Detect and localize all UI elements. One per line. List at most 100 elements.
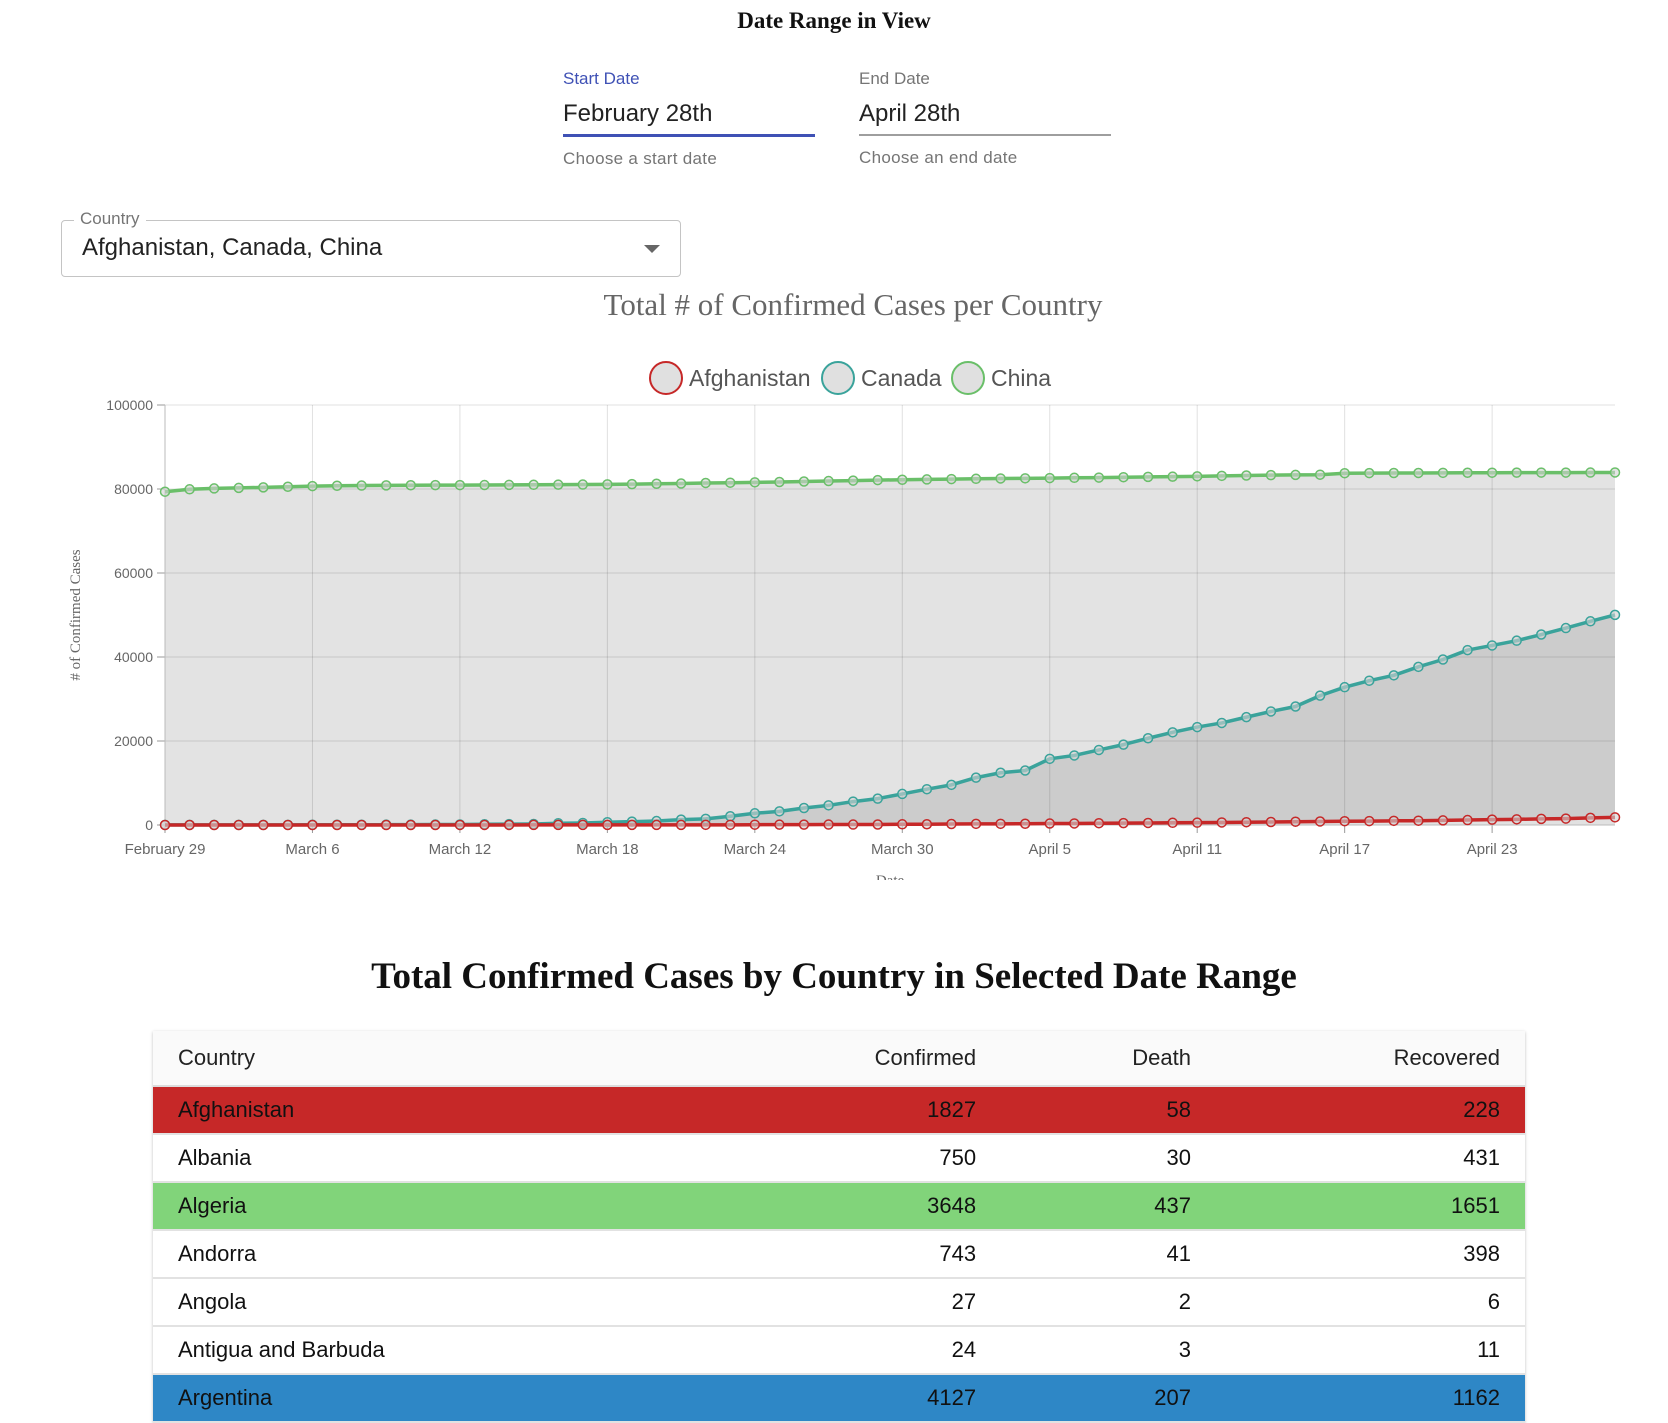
point-canada xyxy=(1142,733,1154,744)
cell-death: 3 xyxy=(1001,1326,1216,1375)
point-afghanistan xyxy=(1437,815,1449,826)
point-afghanistan xyxy=(430,819,441,831)
point-china xyxy=(1609,467,1621,478)
point-canada xyxy=(774,806,785,817)
point-china xyxy=(1486,467,1498,478)
point-canada xyxy=(1265,706,1277,717)
y-tick-label: 100000 xyxy=(106,397,153,413)
point-china xyxy=(1413,467,1424,479)
point-china xyxy=(602,479,613,490)
point-china xyxy=(208,483,220,494)
point-china xyxy=(1241,470,1252,481)
point-china xyxy=(233,482,244,494)
point-canada xyxy=(1462,644,1473,656)
point-afghanistan xyxy=(1609,812,1621,823)
point-china xyxy=(1511,467,1522,478)
point-afghanistan xyxy=(602,819,613,831)
start-date-field[interactable]: Start Date February 28th Choose a start … xyxy=(563,69,815,169)
country-select[interactable]: Country Afghanistan, Canada, China xyxy=(61,209,681,277)
x-tick-label: March 18 xyxy=(576,841,639,858)
point-china xyxy=(1339,467,1350,479)
y-tick-label: 80000 xyxy=(114,481,153,497)
point-china xyxy=(503,479,515,491)
table-row[interactable]: Andorra 743 41 398 xyxy=(153,1230,1525,1279)
point-canada xyxy=(1216,717,1228,729)
point-china xyxy=(725,477,736,488)
table-row[interactable]: Albania 750 30 431 xyxy=(153,1134,1525,1183)
point-china xyxy=(528,479,539,491)
table-title: Total Confirmed Cases by Country in Sele… xyxy=(371,956,1297,997)
point-china xyxy=(1388,467,1400,479)
point-afghanistan xyxy=(700,819,711,831)
legend-swatch-canada xyxy=(821,361,855,395)
point-afghanistan xyxy=(921,819,933,830)
point-canada xyxy=(1363,675,1375,686)
point-china xyxy=(577,479,589,490)
point-afghanistan xyxy=(479,819,490,831)
y-axis-label: # of Confirmed Cases xyxy=(68,549,84,680)
point-afghanistan xyxy=(1314,816,1326,827)
end-date-helper: Choose an end date xyxy=(859,148,1018,167)
point-canada xyxy=(921,783,933,795)
point-china xyxy=(159,486,171,497)
cell-country: Algeria xyxy=(153,1182,702,1231)
chart-title: Total # of Confirmed Cases per Country xyxy=(604,287,1103,322)
cell-death: 207 xyxy=(1001,1374,1216,1423)
point-china xyxy=(1363,467,1375,479)
point-canada xyxy=(823,800,834,811)
start-date-input[interactable]: February 28th xyxy=(563,100,815,130)
point-canada xyxy=(725,810,736,822)
cell-recovered: 398 xyxy=(1215,1230,1525,1279)
header-country[interactable]: Country xyxy=(153,1031,702,1087)
country-select-value[interactable]: Afghanistan, Canada, China xyxy=(82,234,382,262)
point-afghanistan xyxy=(872,819,883,830)
point-afghanistan xyxy=(1118,817,1129,829)
point-afghanistan xyxy=(233,819,244,831)
point-china xyxy=(1019,473,1031,484)
cell-recovered: 1162 xyxy=(1215,1374,1525,1423)
cell-death: 30 xyxy=(1001,1134,1216,1183)
point-china xyxy=(823,475,834,487)
point-canada xyxy=(1069,750,1080,761)
point-china xyxy=(1167,471,1178,482)
point-canada xyxy=(1511,635,1522,646)
x-tick-label: February 29 xyxy=(125,841,206,858)
table-row[interactable]: Angola 27 2 6 xyxy=(153,1278,1525,1327)
point-china xyxy=(1191,471,1203,482)
start-date-label: Start Date xyxy=(563,69,640,88)
header-recovered[interactable]: Recovered xyxy=(1215,1031,1525,1087)
table-row[interactable]: Algeria 3648 437 1651 xyxy=(153,1182,1525,1231)
legend-swatch-afghanistan xyxy=(649,361,683,395)
point-afghanistan xyxy=(1560,813,1572,824)
table-row[interactable]: Antigua and Barbuda 24 3 11 xyxy=(153,1326,1525,1375)
point-afghanistan xyxy=(1265,816,1277,828)
end-date-input[interactable]: April 28th xyxy=(859,100,1111,130)
point-china xyxy=(921,474,933,485)
chevron-down-icon[interactable] xyxy=(644,245,660,253)
cell-recovered: 228 xyxy=(1215,1086,1525,1135)
cell-confirmed: 4127 xyxy=(701,1374,1002,1423)
x-tick-label: March 12 xyxy=(429,841,492,858)
end-date-field[interactable]: End Date April 28th Choose an end date xyxy=(859,69,1111,168)
point-china xyxy=(1142,471,1154,483)
point-canada xyxy=(1093,744,1105,756)
y-tick-label: 0 xyxy=(145,817,153,833)
point-afghanistan xyxy=(1388,815,1400,827)
table-row[interactable]: Argentina 4127 207 1162 xyxy=(153,1374,1525,1423)
x-tick-label: April 23 xyxy=(1467,841,1518,858)
point-canada xyxy=(798,802,810,814)
cell-confirmed: 24 xyxy=(701,1326,1002,1375)
point-canada xyxy=(1314,690,1326,701)
header-death[interactable]: Death xyxy=(1001,1031,1216,1087)
table-row[interactable]: Afghanistan 1827 58 228 xyxy=(153,1086,1525,1135)
point-china xyxy=(995,473,1006,484)
page-heading: Date Range in View xyxy=(737,8,931,33)
point-afghanistan xyxy=(258,819,269,831)
point-china xyxy=(552,479,564,490)
point-canada xyxy=(1339,681,1350,693)
point-china xyxy=(1560,467,1572,478)
legend-label: Afghanistan xyxy=(689,365,810,391)
point-china xyxy=(1290,469,1301,481)
point-afghanistan xyxy=(774,819,785,830)
header-confirmed[interactable]: Confirmed xyxy=(701,1031,1002,1087)
